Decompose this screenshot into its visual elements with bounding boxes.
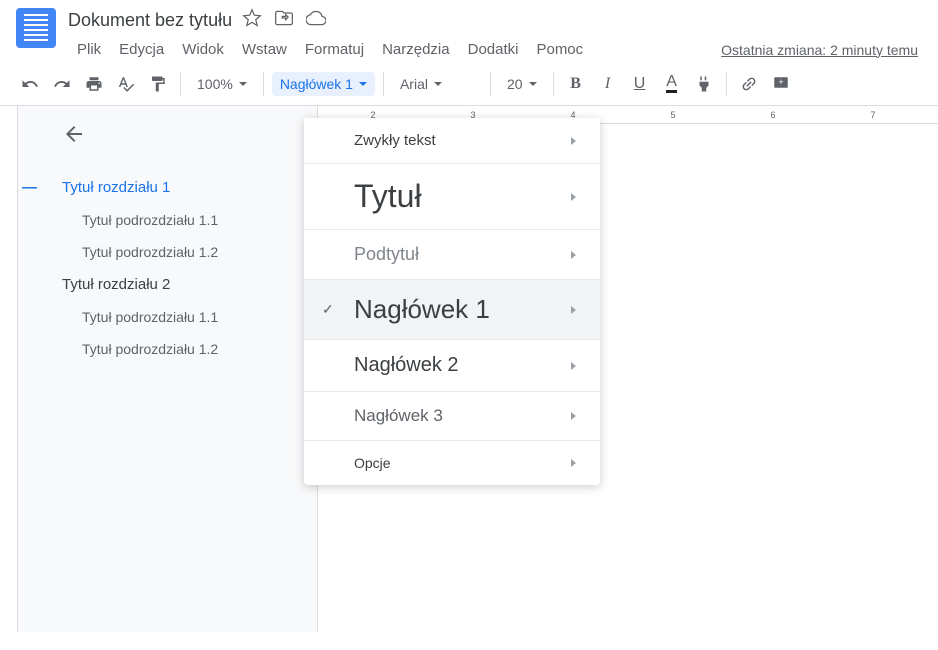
chevron-right-icon <box>571 193 576 201</box>
style-option[interactable]: ✓ Nagłówek 1 <box>304 280 600 340</box>
chevron-right-icon <box>571 306 576 314</box>
redo-button[interactable] <box>48 70 76 98</box>
paragraph-style-dropdown[interactable]: Nagłówek 1 <box>272 72 375 96</box>
paint-format-button[interactable] <box>144 70 172 98</box>
insert-link-button[interactable] <box>735 70 763 98</box>
toolbar: 100% Nagłówek 1 Arial 20 B I U A + <box>0 62 938 106</box>
highlight-button[interactable] <box>690 70 718 98</box>
chevron-right-icon <box>571 251 576 259</box>
style-option-label: Tytuł <box>354 178 422 215</box>
menu-insert[interactable]: Wstaw <box>233 37 296 62</box>
zoom-dropdown[interactable]: 100% <box>189 72 255 96</box>
menu-format[interactable]: Formatuj <box>296 37 373 62</box>
outline-item[interactable]: Tytuł podrozdziału 1.1 <box>42 204 317 236</box>
style-option-label: Nagłówek 1 <box>354 294 490 325</box>
outline-panel: Tytuł rozdziału 1Tytuł podrozdziału 1.1T… <box>18 106 318 632</box>
check-icon: ✓ <box>322 301 334 318</box>
svg-text:+: + <box>778 76 783 86</box>
menu-file[interactable]: Plik <box>68 37 110 62</box>
style-option-label: Opcje <box>354 455 391 471</box>
paragraph-style-menu: Zwykły tekst Tytuł Podtytuł ✓ Nagłówek 1 Nagł… <box>304 118 600 485</box>
outline-item[interactable]: Tytuł rozdziału 2 <box>42 268 317 301</box>
style-option[interactable]: Nagłówek 3 <box>304 392 600 441</box>
app-header: Dokument bez tytułu Plik Edycja Widok Ws… <box>0 0 938 62</box>
chevron-right-icon <box>571 137 576 145</box>
undo-button[interactable] <box>16 70 44 98</box>
menu-view[interactable]: Widok <box>173 37 233 62</box>
style-option[interactable]: Podtytuł <box>304 230 600 280</box>
bold-button[interactable]: B <box>562 70 590 98</box>
chevron-right-icon <box>571 362 576 370</box>
chevron-right-icon <box>571 412 576 420</box>
menu-help[interactable]: Pomoc <box>527 37 592 62</box>
menu-addons[interactable]: Dodatki <box>459 37 528 62</box>
style-option-label: Nagłówek 2 <box>354 354 459 377</box>
outline-item[interactable]: Tytuł podrozdziału 1.2 <box>42 333 317 365</box>
style-option-label: Nagłówek 3 <box>354 406 443 426</box>
style-option[interactable]: Opcje <box>304 441 600 485</box>
docs-logo[interactable] <box>16 8 56 48</box>
font-family-dropdown[interactable]: Arial <box>392 72 482 96</box>
outline-item[interactable]: Tytuł rozdziału 1 <box>42 171 317 204</box>
last-change-link[interactable]: Ostatnia zmiana: 2 minuty temu <box>721 42 922 58</box>
document-title[interactable]: Dokument bez tytułu <box>68 10 232 31</box>
move-icon[interactable] <box>274 8 294 33</box>
print-button[interactable] <box>80 70 108 98</box>
star-icon[interactable] <box>242 8 262 33</box>
font-size-dropdown[interactable]: 20 <box>499 72 545 96</box>
outline-item[interactable]: Tytuł podrozdziału 1.1 <box>42 301 317 333</box>
text-color-button[interactable]: A <box>658 70 686 98</box>
style-option[interactable]: Zwykły tekst <box>304 118 600 164</box>
style-option[interactable]: Tytuł <box>304 164 600 230</box>
close-outline-button[interactable] <box>62 122 317 151</box>
add-comment-button[interactable]: + <box>767 70 795 98</box>
vertical-ruler <box>0 106 18 632</box>
style-option[interactable]: Nagłówek 2 <box>304 340 600 392</box>
chevron-right-icon <box>571 459 576 467</box>
menu-edit[interactable]: Edycja <box>110 37 173 62</box>
menu-tools[interactable]: Narzędzia <box>373 37 459 62</box>
underline-button[interactable]: U <box>626 70 654 98</box>
cloud-icon[interactable] <box>306 8 326 33</box>
outline-item[interactable]: Tytuł podrozdziału 1.2 <box>42 236 317 268</box>
spellcheck-button[interactable] <box>112 70 140 98</box>
menu-bar: Plik Edycja Widok Wstaw Formatuj Narzędz… <box>68 37 922 62</box>
style-option-label: Podtytuł <box>354 244 419 265</box>
style-option-label: Zwykły tekst <box>354 132 436 149</box>
italic-button[interactable]: I <box>594 70 622 98</box>
